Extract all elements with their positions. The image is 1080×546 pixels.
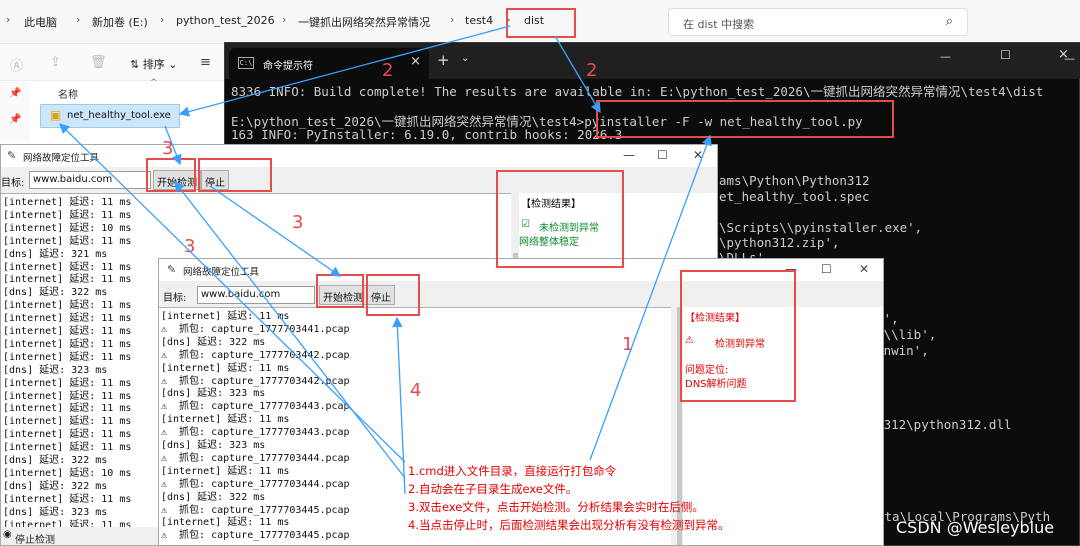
arrow-dist-to-command (554, 35, 601, 114)
arrow-note-to-stop (392, 316, 406, 495)
arrow-exe-to-start (164, 125, 182, 166)
arrow-start1-to-start2 (209, 185, 342, 277)
arrow-note-to-command (589, 134, 712, 461)
arrow-dist-to-exe (178, 25, 511, 117)
arrow-note-to-start (174, 180, 406, 479)
annotation-arrows (59, 25, 712, 495)
